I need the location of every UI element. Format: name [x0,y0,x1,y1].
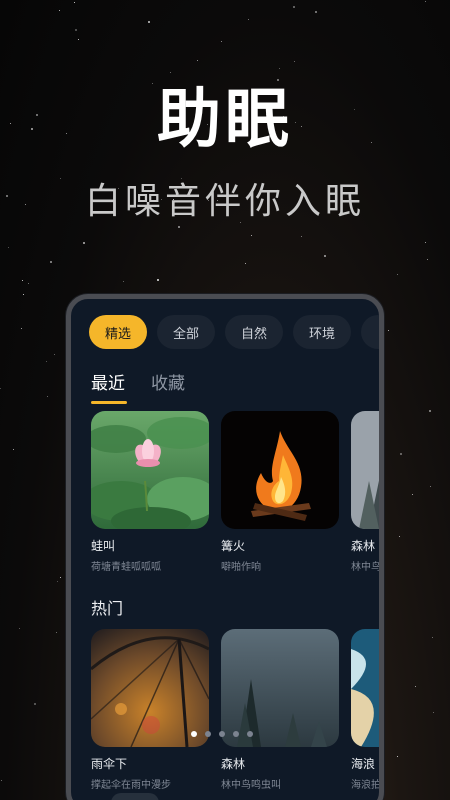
star [197,60,198,61]
pager-dot[interactable] [205,731,211,737]
star [399,536,400,537]
sound-card-forest[interactable]: 森林 林中鸟 [351,411,381,573]
sound-card-campfire[interactable]: 篝火 噼啪作响 [221,411,339,573]
chip-all[interactable]: 全部 [157,315,215,349]
star [23,294,24,295]
hot-row: 雨伞下 撑起伞在雨中漫步 森林 林中鸟鸣虫叫 海浪 海浪拍 [91,629,381,791]
star [56,632,57,633]
card-desc: 噼啪作响 [221,562,261,573]
star [54,354,55,355]
chip-environment[interactable]: 环境 [293,315,351,349]
section-title-hot: 热门 [91,599,124,618]
sound-card-frog[interactable]: 蛙叫 荷塘青蛙呱呱呱 [91,411,209,573]
star [34,703,36,705]
pager-dot[interactable] [191,731,197,737]
star [293,6,295,8]
tab-bar: 最近 收藏 [91,369,185,404]
star [315,11,317,13]
star [13,449,14,450]
card-desc: 荷塘青蛙呱呱呱 [91,562,161,573]
star [47,396,48,397]
star [60,577,61,578]
pager-dots [191,731,253,737]
star [221,41,222,42]
pager-dot[interactable] [233,731,239,737]
star [415,686,416,687]
star [22,280,23,281]
star [301,236,302,237]
star [28,283,29,284]
star [57,581,58,582]
star [425,242,426,243]
star [157,279,159,281]
star [178,226,180,228]
forest-icon [351,411,379,529]
star [432,637,433,638]
star [294,61,295,62]
star [78,39,79,40]
star [388,330,389,331]
card-title: 雨伞下 [91,757,128,771]
fire-icon [221,411,339,529]
star [427,259,428,260]
pager-dot[interactable] [247,731,253,737]
umbrella-icon [91,629,209,747]
star [397,274,398,275]
star [75,29,77,31]
star [251,235,252,236]
bottom-pill [111,793,159,800]
card-desc: 林中鸟鸣虫叫 [221,780,281,791]
card-title: 篝火 [221,539,246,553]
card-title: 海浪 [351,757,376,771]
star [425,1,426,2]
star [0,388,1,389]
star [148,21,150,23]
tab-favorites[interactable]: 收藏 [151,369,185,404]
star [21,328,22,329]
pager-dot[interactable] [219,731,225,737]
star [397,756,398,757]
hero-subtitle: 白噪音伴你入眠 [84,181,365,222]
forest-icon [221,629,339,747]
star [74,2,75,3]
hero-title: 助眠 [157,83,293,157]
lotus-icon [91,411,209,529]
card-desc: 撑起伞在雨中漫步 [91,780,171,791]
card-title: 森林 [221,757,246,771]
star [83,242,85,244]
category-chips: 精选 全部 自然 环境 [89,315,379,349]
star [430,486,431,487]
star [248,19,249,20]
chip-nature[interactable]: 自然 [225,315,283,349]
card-desc: 海浪拍 [351,780,381,791]
star [123,281,124,282]
star [50,261,52,263]
phone-frame: 精选 全部 自然 环境 最近 收藏 蛙叫 荷塘青蛙呱呱呱 篝火 噼啪作响 森林 … [66,294,384,800]
card-title: 蛙叫 [91,539,116,553]
wave-icon [351,629,379,747]
sound-card-forest-hot[interactable]: 森林 林中鸟鸣虫叫 [221,629,339,791]
star [429,410,431,412]
chip-featured[interactable]: 精选 [89,315,147,349]
sound-card-umbrella[interactable]: 雨伞下 撑起伞在雨中漫步 [91,629,209,791]
star [400,453,402,455]
star [59,10,60,11]
recent-row: 蛙叫 荷塘青蛙呱呱呱 篝火 噼啪作响 森林 林中鸟 [91,411,381,573]
star [8,247,9,248]
sound-card-wave[interactable]: 海浪 海浪拍 [351,629,381,791]
card-title: 森林 [351,539,376,553]
tab-recent[interactable]: 最近 [91,369,127,404]
star [245,263,246,264]
star [412,494,413,495]
star [46,361,47,362]
card-desc: 林中鸟 [351,562,381,573]
star [1,780,2,781]
chip-more[interactable] [361,315,379,349]
star [433,712,434,713]
star [324,255,326,257]
star [19,628,20,629]
